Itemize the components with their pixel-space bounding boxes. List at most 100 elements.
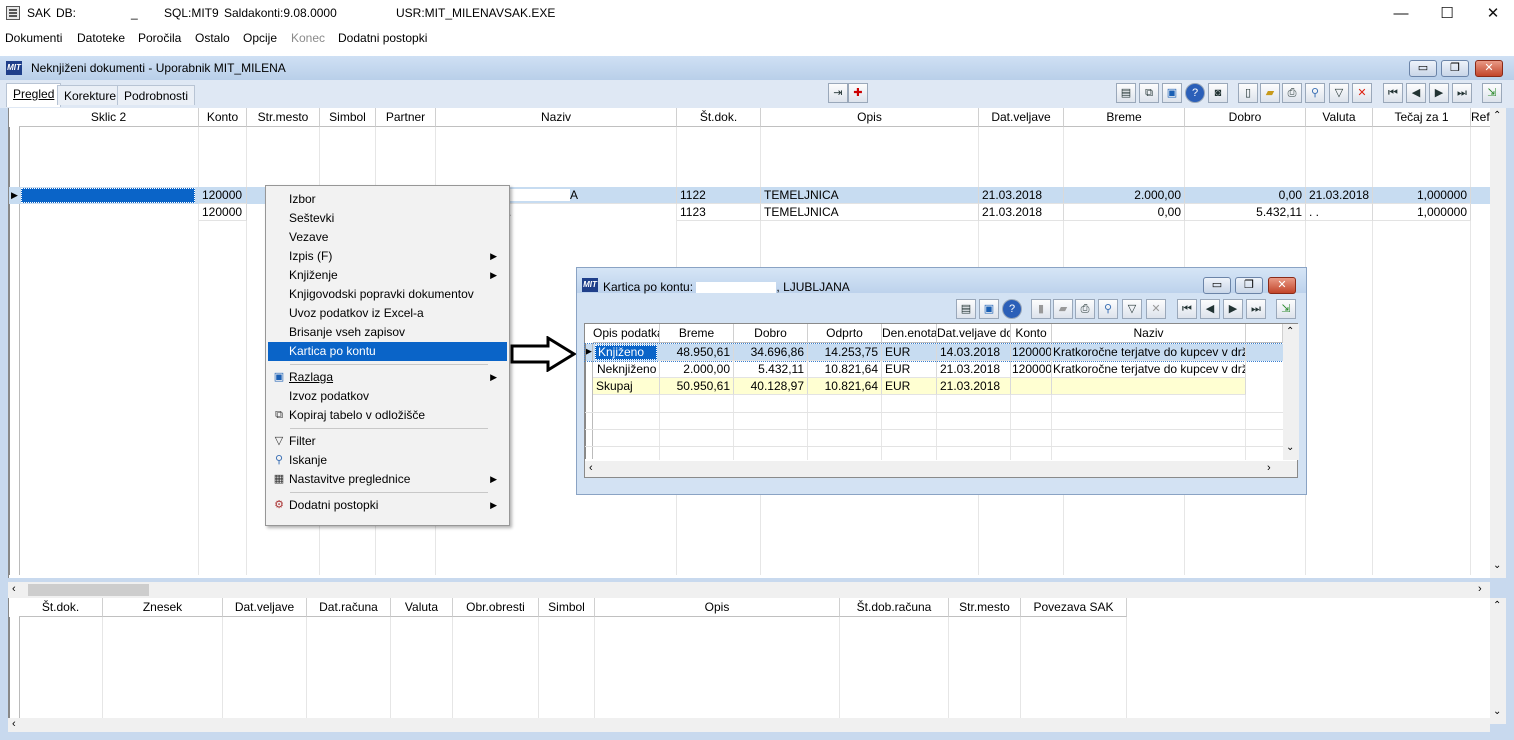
- scroll-down-icon[interactable]: ⌄: [1286, 442, 1294, 453]
- scroll-right-icon[interactable]: ›: [1267, 462, 1271, 474]
- sklic2-cell-focused[interactable]: [21, 188, 195, 203]
- open-folder-icon[interactable]: ▰: [1053, 299, 1073, 319]
- open-folder-icon[interactable]: ▰: [1260, 83, 1280, 103]
- main-vertical-scrollbar[interactable]: ⌃ ⌄: [1490, 108, 1506, 578]
- col-datveljave[interactable]: Dat.veljave: [979, 108, 1064, 127]
- col2-stdobracuna[interactable]: Št.dob.računa: [840, 598, 949, 617]
- scroll-thumb[interactable]: [28, 584, 149, 596]
- kcol-dobro[interactable]: Dobro: [734, 324, 808, 343]
- filter-icon[interactable]: ▽: [1122, 299, 1142, 319]
- tab-podrobnosti[interactable]: Podrobnosti: [117, 85, 196, 105]
- menu-item-vezave[interactable]: Vezave: [268, 228, 507, 247]
- kartica-close-button[interactable]: ✕: [1268, 277, 1296, 294]
- col2-stdok[interactable]: Št.dok.: [19, 598, 103, 617]
- menu-item-sestevki[interactable]: Seštevki: [268, 209, 507, 228]
- details-horizontal-scrollbar[interactable]: ‹: [8, 718, 1490, 732]
- col-breme[interactable]: Breme: [1064, 108, 1185, 127]
- delete-icon[interactable]: ✕: [1352, 83, 1372, 103]
- minimize-button[interactable]: —: [1378, 0, 1424, 28]
- menu-opcije[interactable]: Opcije: [243, 31, 277, 45]
- search-icon[interactable]: ⚲: [1098, 299, 1118, 319]
- tab-pregled[interactable]: Pregled: [6, 83, 62, 107]
- menu-porocila[interactable]: Poročila: [138, 31, 181, 45]
- close-button[interactable]: ✕: [1470, 0, 1514, 28]
- col2-opis[interactable]: Opis: [595, 598, 840, 617]
- col-valuta[interactable]: Valuta: [1306, 108, 1373, 127]
- main-horizontal-scrollbar[interactable]: ‹ ›: [8, 582, 1490, 598]
- last-record-icon[interactable]: ⏭: [1246, 299, 1266, 319]
- scroll-left-icon[interactable]: ‹: [589, 462, 593, 474]
- col-simbol[interactable]: Simbol: [320, 108, 376, 127]
- scroll-down-icon[interactable]: ⌄: [1493, 560, 1501, 571]
- menu-item-izpis[interactable]: Izpis (F) ▶: [268, 247, 507, 266]
- col-partner[interactable]: Partner: [376, 108, 436, 127]
- exit-door-icon[interactable]: ⇲: [1276, 299, 1296, 319]
- help-icon[interactable]: ?: [1185, 83, 1205, 103]
- scroll-down-icon[interactable]: ⌄: [1493, 706, 1501, 717]
- kartica-restore-button[interactable]: ❐: [1235, 277, 1263, 294]
- menu-item-nastavitve[interactable]: ▦ Nastavitve preglednice ▶: [268, 470, 507, 489]
- col-opis[interactable]: Opis: [761, 108, 979, 127]
- next-record-icon[interactable]: ▶: [1429, 83, 1449, 103]
- camera-icon[interactable]: ◙: [1208, 83, 1228, 103]
- kartica-minimize-button[interactable]: ▭: [1203, 277, 1231, 294]
- menu-item-kartica-po-kontu[interactable]: Kartica po kontu: [268, 342, 507, 361]
- menu-item-brisanje[interactable]: Brisanje vseh zapisov: [268, 323, 507, 342]
- tab-korekture[interactable]: Korekture: [57, 85, 124, 105]
- help-icon[interactable]: ?: [1002, 299, 1022, 319]
- scroll-up-icon[interactable]: ⌃: [1493, 600, 1501, 611]
- child-minimize-button[interactable]: ▭: [1409, 60, 1437, 77]
- filter-icon[interactable]: ▽: [1329, 83, 1349, 103]
- col-refe[interactable]: Refe: [1471, 108, 1491, 127]
- copy-icon[interactable]: ⧉: [1139, 83, 1159, 103]
- unlink-icon[interactable]: ✚: [848, 83, 868, 103]
- new-icon[interactable]: ▮: [1031, 299, 1051, 319]
- maximize-button[interactable]: ☐: [1424, 0, 1470, 28]
- menu-datoteke[interactable]: Datoteke: [77, 31, 125, 45]
- col2-datracuna[interactable]: Dat.računa: [307, 598, 391, 617]
- menu-item-uvoz-excel[interactable]: Uvoz podatkov iz Excel-a: [268, 304, 507, 323]
- delete-icon[interactable]: ✕: [1146, 299, 1166, 319]
- menu-item-kopiraj-tabelo[interactable]: ⧉ Kopiraj tabelo v odložišče: [268, 406, 507, 425]
- kartica-horizontal-scrollbar[interactable]: ‹ ›: [585, 461, 1297, 477]
- exit-door-icon[interactable]: ⇲: [1482, 83, 1502, 103]
- first-record-icon[interactable]: ⏮: [1177, 299, 1197, 319]
- link-icon[interactable]: ⇥: [828, 83, 848, 103]
- col2-znesek[interactable]: Znesek: [103, 598, 223, 617]
- col2-valuta[interactable]: Valuta: [391, 598, 453, 617]
- scroll-up-icon[interactable]: ⌃: [1493, 110, 1501, 121]
- menu-item-knjigovodski-popravki[interactable]: Knjigovodski popravki dokumentov: [268, 285, 507, 304]
- col-sklic2[interactable]: Sklic 2: [19, 108, 199, 127]
- document-icon[interactable]: ▤: [1116, 83, 1136, 103]
- new-icon[interactable]: ▯: [1238, 83, 1258, 103]
- col2-strmesto[interactable]: Str.mesto: [949, 598, 1021, 617]
- child-close-button[interactable]: ✕: [1475, 60, 1503, 77]
- col-tecaj[interactable]: Tečaj za 1: [1373, 108, 1471, 127]
- menu-item-filter[interactable]: ▽ Filter: [268, 432, 507, 451]
- col2-simbol[interactable]: Simbol: [539, 598, 595, 617]
- col-dobro[interactable]: Dobro: [1185, 108, 1306, 127]
- col2-povezavasak[interactable]: Povezava SAK: [1021, 598, 1127, 617]
- col2-obrobresti[interactable]: Obr.obresti: [453, 598, 539, 617]
- monitor-icon[interactable]: ▣: [979, 299, 999, 319]
- kcol-breme[interactable]: Breme: [660, 324, 734, 343]
- details-vertical-scrollbar[interactable]: ⌃ ⌄: [1490, 598, 1506, 724]
- next-record-icon[interactable]: ▶: [1223, 299, 1243, 319]
- prev-record-icon[interactable]: ◀: [1406, 83, 1426, 103]
- menu-item-iskanje[interactable]: ⚲ Iskanje: [268, 451, 507, 470]
- print-icon[interactable]: ⎙: [1282, 83, 1302, 103]
- first-record-icon[interactable]: ⏮: [1383, 83, 1403, 103]
- menu-ostalo[interactable]: Ostalo: [195, 31, 230, 45]
- menu-item-knjizenje[interactable]: Knjiženje ▶: [268, 266, 507, 285]
- document-icon[interactable]: ▤: [956, 299, 976, 319]
- kartica-vertical-scrollbar[interactable]: ⌃ ⌄: [1283, 324, 1299, 460]
- print-icon[interactable]: ⎙: [1075, 299, 1095, 319]
- search-icon[interactable]: ⚲: [1305, 83, 1325, 103]
- col-stdok[interactable]: Št.dok.: [677, 108, 761, 127]
- col-naziv[interactable]: Naziv: [436, 108, 677, 127]
- scroll-right-icon[interactable]: ›: [1478, 583, 1482, 595]
- last-record-icon[interactable]: ⏭: [1452, 83, 1472, 103]
- kcol-odprto[interactable]: Odprto: [808, 324, 882, 343]
- scroll-left-icon[interactable]: ‹: [12, 718, 16, 730]
- menu-dokumenti[interactable]: Dokumenti: [5, 31, 62, 45]
